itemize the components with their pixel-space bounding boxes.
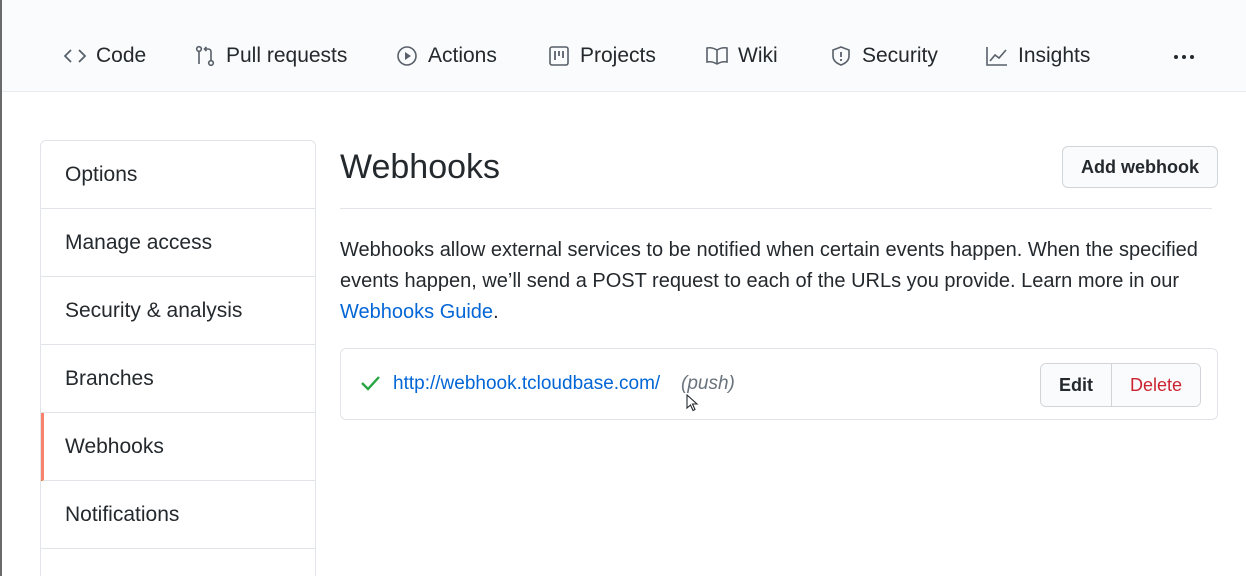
add-webhook-button[interactable]: Add webhook: [1062, 146, 1218, 188]
tab-actions[interactable]: Actions: [394, 40, 497, 72]
tab-wiki-label: Wiki: [738, 44, 778, 67]
tab-code-label: Code: [96, 44, 147, 67]
tab-pull-requests[interactable]: Pull requests: [192, 40, 347, 72]
webhooks-description: Webhooks allow external services to be n…: [340, 235, 1200, 328]
sidebar-item-manage-access[interactable]: Manage access: [41, 209, 315, 277]
pull-request-icon: [192, 43, 218, 69]
browser-viewport: Code Pull requests Actions Projects Wiki: [0, 0, 1246, 576]
kebab-horizontal-icon[interactable]: [1166, 44, 1202, 70]
graph-icon: [984, 43, 1010, 69]
sidebar-item-label: Branches: [65, 366, 154, 390]
page-title: Webhooks: [340, 148, 501, 186]
project-icon: [546, 43, 572, 69]
tab-actions-label: Actions: [428, 44, 497, 67]
webhooks-guide-link[interactable]: Webhooks Guide: [340, 301, 493, 323]
subhead: Webhooks Add webhook: [340, 140, 1218, 209]
mouse-cursor-icon: [686, 394, 699, 412]
tab-projects[interactable]: Projects: [546, 40, 656, 72]
sidebar-item-branches[interactable]: Branches: [41, 345, 315, 413]
sidebar-item-label: Notifications: [65, 502, 180, 526]
tab-pull-requests-label: Pull requests: [226, 44, 348, 67]
sidebar-item-label: Options: [65, 162, 138, 186]
webhook-url-link[interactable]: http://webhook.tcloudbase.com/: [393, 373, 660, 395]
description-text: Webhooks allow external services to be n…: [340, 239, 1198, 292]
description-end: .: [493, 301, 499, 323]
sidebar-item-label: Webhooks: [65, 434, 164, 458]
sidebar-item-label: Security & analysis: [65, 298, 243, 322]
webhook-events: (push): [681, 373, 735, 394]
sidebar-item-options[interactable]: Options: [41, 141, 315, 209]
tab-projects-label: Projects: [580, 44, 656, 67]
delete-button[interactable]: Delete: [1111, 364, 1200, 406]
book-icon: [704, 43, 730, 69]
code-icon: [62, 43, 88, 69]
tab-insights-label: Insights: [1018, 44, 1091, 67]
sidebar-item-security-analysis[interactable]: Security & analysis: [41, 277, 315, 345]
webhooks-panel: Webhooks Add webhook Webhooks allow exte…: [340, 140, 1220, 420]
tab-security-label: Security: [862, 44, 938, 67]
webhook-actions: Edit Delete: [1039, 363, 1201, 407]
sidebar-item-label: Manage access: [65, 230, 213, 254]
check-icon: [359, 372, 381, 394]
webhook-list-item: http://webhook.tcloudbase.com/ (push) Ed…: [340, 348, 1218, 420]
edit-button[interactable]: Edit: [1040, 364, 1112, 406]
repo-nav: Code Pull requests Actions Projects Wiki: [2, 0, 1246, 92]
tab-insights[interactable]: Insights: [984, 40, 1090, 72]
sidebar-item-webhooks[interactable]: Webhooks: [41, 413, 315, 481]
sidebar-item-notifications[interactable]: Notifications: [41, 481, 315, 549]
settings-sidebar: Options Manage access Security & analysi…: [40, 140, 316, 576]
tab-wiki[interactable]: Wiki: [704, 40, 778, 72]
shield-icon: [828, 43, 854, 69]
tab-security[interactable]: Security: [828, 40, 938, 72]
play-icon: [394, 43, 420, 69]
tab-code[interactable]: Code: [62, 40, 146, 72]
